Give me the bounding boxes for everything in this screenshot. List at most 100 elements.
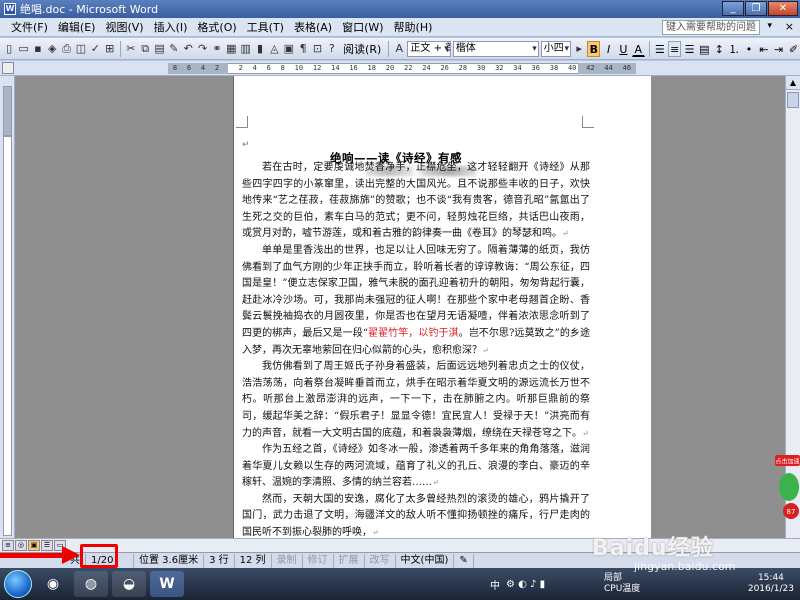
save-icon[interactable]: ▪	[32, 41, 44, 57]
document-body[interactable]: 若在古时，定要虔诚地焚香净手，正襟危坐，这才轻轻翻开《诗经》从那些四字四字的小篆…	[242, 160, 590, 538]
styles-pane-icon[interactable]: A	[393, 41, 405, 57]
format-painter-icon[interactable]: ✎	[168, 41, 180, 57]
grow-font-icon[interactable]: ▸	[573, 41, 585, 57]
maximize-button[interactable]: ❐	[745, 1, 767, 16]
word-app-icon[interactable]: W	[4, 3, 16, 15]
word-taskbar-icon[interactable]: W	[150, 571, 184, 597]
ruler-number: 10	[294, 64, 304, 72]
bold-button[interactable]: B	[587, 40, 601, 57]
speedup-widget[interactable]: 点击加速 87	[775, 455, 800, 525]
document-workspace[interactable]: ↵ 绝响——读《诗经》有感 若在古时，定要虔诚地焚香净手，正襟危坐，这才轻轻翻开…	[15, 76, 785, 538]
tray-icons[interactable]: ⚙ ◐ ♪ ▮	[506, 579, 545, 590]
zoom-icon[interactable]: ⊡	[311, 41, 323, 57]
vertical-ruler[interactable]	[0, 76, 15, 538]
start-button[interactable]	[4, 570, 32, 598]
paragraph[interactable]: 作为五经之首，《诗经》如冬冰一般，渗透着两千多年来的角角落落，滋润着华夏儿女赖以…	[242, 442, 590, 492]
justify-icon[interactable]: ▤	[698, 41, 711, 57]
align-center-icon[interactable]: ≡	[668, 40, 682, 57]
print-layout-icon[interactable]: ▣	[28, 540, 40, 551]
italic-button[interactable]: I	[602, 41, 615, 57]
new-document-icon[interactable]: ▯	[3, 41, 15, 57]
paste-icon[interactable]: ▤	[153, 41, 165, 57]
minimize-button[interactable]: _	[722, 1, 744, 16]
help-search-input[interactable]: 键入需要帮助的问题	[662, 20, 760, 35]
menu-view[interactable]: 视图(V)	[100, 19, 148, 36]
read-mode-button[interactable]: 阅读(R)	[340, 41, 384, 57]
print-icon[interactable]: ⎙	[60, 41, 72, 57]
app2-taskbar-icon[interactable]: ◒	[112, 571, 146, 597]
web-view-icon[interactable]: ◎	[15, 540, 27, 551]
document-close-icon[interactable]: ×	[785, 20, 794, 33]
decrease-indent-icon[interactable]: ⇤	[757, 41, 770, 57]
ruler-number: 8	[172, 64, 178, 72]
research-icon[interactable]: ⊞	[104, 41, 116, 57]
undo-icon[interactable]: ↶	[182, 41, 194, 57]
scroll-thumb[interactable]	[787, 92, 799, 108]
spelling-icon[interactable]: ✓	[89, 41, 101, 57]
language-indicator[interactable]: 中文(中国)	[396, 553, 455, 568]
normal-view-icon[interactable]: ≡	[2, 540, 14, 551]
bullets-icon[interactable]: •	[743, 41, 756, 57]
drawing-icon[interactable]: ◬	[268, 41, 280, 57]
paragraph[interactable]: 单单是里香浅出的世界，也足以让人回味无穷了。隔着薄薄的纸页，我仿佛看到了血气方刚…	[242, 243, 590, 359]
menu-tools[interactable]: 工具(T)	[242, 19, 289, 36]
document-page[interactable]: ↵ 绝响——读《诗经》有感 若在古时，定要虔诚地焚香净手，正襟危坐，这才轻轻翻开…	[233, 76, 651, 538]
tab-selector[interactable]	[2, 62, 14, 74]
outline-view-icon[interactable]: ☰	[41, 540, 53, 551]
ime-indicator[interactable]: 中	[490, 577, 500, 592]
cut-icon[interactable]: ✂	[125, 41, 137, 57]
columns-icon[interactable]: ▮	[254, 41, 266, 57]
browser-taskbar-icon[interactable]: ◉	[36, 571, 70, 597]
menu-bar: 文件(F) 编辑(E) 视图(V) 插入(I) 格式(O) 工具(T) 表格(A…	[0, 18, 800, 37]
font-dropdown[interactable]: 楷体	[452, 40, 539, 57]
underline-button[interactable]: U	[617, 41, 630, 57]
menu-table[interactable]: 表格(A)	[289, 19, 337, 36]
help-icon[interactable]: ?	[326, 41, 338, 57]
close-button[interactable]: ✕	[768, 1, 798, 16]
print-preview-icon[interactable]: ◫	[75, 41, 87, 57]
paragraph[interactable]: 我仿佛看到了周王姬氏子孙身着盛装，后面远远地列着忠贞之士的仪仗，浩浩荡荡，向着祭…	[242, 359, 590, 442]
highlight-icon[interactable]: ✐	[787, 41, 800, 57]
scroll-up-icon[interactable]: ▲	[786, 76, 800, 90]
permission-icon[interactable]: ◈	[46, 41, 58, 57]
clock[interactable]: 15:44 2016/1/23	[748, 573, 794, 595]
overtype-mode[interactable]: 改写	[365, 553, 396, 568]
tables-borders-icon[interactable]: ▦	[225, 41, 237, 57]
line-spacing-icon[interactable]: ↕	[713, 41, 726, 57]
show-hide-icon[interactable]: ¶	[297, 41, 309, 57]
paragraph-mark: ↵	[562, 229, 569, 239]
paragraph[interactable]: 若在古时，定要虔诚地焚香净手，正襟危坐，这才轻轻翻开《诗经》从那些四字四字的小篆…	[242, 160, 590, 243]
insert-table-icon[interactable]: ▥	[240, 41, 252, 57]
extend-mode[interactable]: 扩展	[334, 553, 365, 568]
menu-window[interactable]: 窗口(W)	[337, 19, 388, 36]
horizontal-ruler[interactable]: 8 6 4 2 2 4 6 8 10 12 14 16 18 20 22 24 26 28 30 32 34 36 38 40…	[0, 61, 800, 76]
align-right-icon[interactable]: ☰	[683, 41, 696, 57]
copy-icon[interactable]: ⧉	[139, 41, 151, 57]
ruler-number: 28	[458, 64, 468, 72]
title-bar[interactable]: W 绝唱.doc - Microsoft Word _ ❐ ✕	[0, 0, 800, 18]
increase-indent-icon[interactable]: ⇥	[772, 41, 785, 57]
style-dropdown[interactable]: 正文 + 首行	[407, 40, 451, 57]
help-dropdown-icon[interactable]: ▾	[767, 21, 772, 31]
redo-icon[interactable]: ↷	[196, 41, 208, 57]
document-map-icon[interactable]: ▣	[283, 41, 295, 57]
system-tray: 中 ⚙ ◐ ♪ ▮ 局部 CPU温度 15:44 2016/1/23	[484, 571, 800, 597]
menu-insert[interactable]: 插入(I)	[149, 19, 193, 36]
hyperlink-icon[interactable]: ⚭	[211, 41, 223, 57]
font-size-dropdown[interactable]: 小四	[540, 40, 572, 57]
menu-help[interactable]: 帮助(H)	[389, 19, 438, 36]
app-taskbar-icon[interactable]: ◍	[74, 571, 108, 597]
paragraph[interactable]: 然而，天朝大国的安逸，腐化了太多曾经热烈的滚烫的雄心，鸦片撬开了国门，武力击退了…	[242, 492, 590, 538]
ruler-number: 26	[440, 64, 449, 72]
ruler-number: 6	[266, 64, 271, 72]
track-changes-mode[interactable]: 修订	[303, 553, 334, 568]
align-left-icon[interactable]: ☰	[653, 41, 666, 57]
record-mode[interactable]: 录制	[272, 553, 303, 568]
font-color-button[interactable]: A	[631, 41, 645, 57]
open-folder-icon[interactable]: ▭	[17, 41, 29, 57]
spelling-status-icon[interactable]: ✎	[454, 553, 474, 568]
menu-edit[interactable]: 编辑(E)	[53, 19, 101, 36]
menu-file[interactable]: 文件(F)	[6, 19, 53, 36]
numbering-icon[interactable]: ⒈	[728, 41, 741, 57]
menu-format[interactable]: 格式(O)	[192, 19, 241, 36]
